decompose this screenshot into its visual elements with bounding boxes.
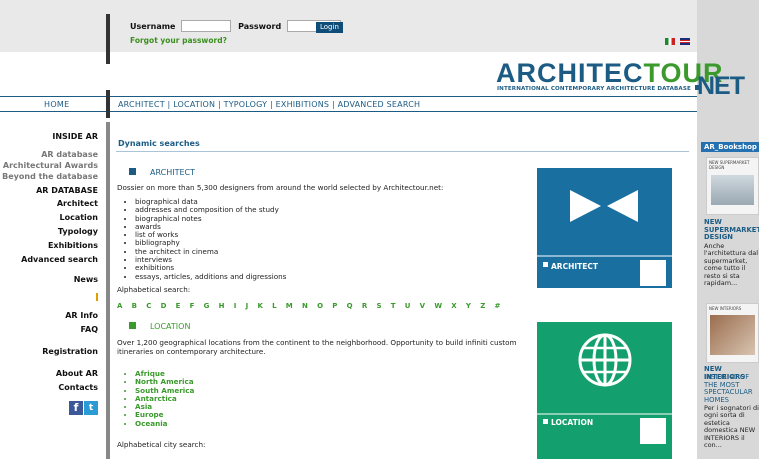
password-label: Password — [238, 21, 282, 31]
architect-alpha-label: Alphabetical search: — [117, 285, 191, 294]
login-area: Username Password — [130, 20, 342, 32]
logo-main-blue: ARCHITEC — [496, 58, 644, 88]
architect-tile[interactable]: ARCHITECT — [537, 168, 672, 288]
bookshop-item-2-subtitle: INSIDE 40 OF THE MOST SPECTACULAR HOMES — [704, 373, 753, 404]
dynamic-searches-title: Dynamic searches — [118, 139, 200, 148]
location-section-square-icon — [129, 322, 136, 329]
sidebar-divider — [106, 122, 110, 459]
location-tile-label: LOCATION — [551, 418, 594, 427]
bookshop-item-2-text: Per i sognatori di ogni sorta di estetic… — [704, 404, 759, 450]
nav-divider — [106, 90, 110, 118]
twitter-icon[interactable]: t — [84, 401, 98, 415]
architect-section-title[interactable]: ARCHITECT — [150, 168, 195, 177]
nav-home[interactable]: HOME — [44, 100, 69, 109]
sidebar-marker — [0, 293, 98, 305]
sidebar-item-architectural-awards[interactable]: Architectural Awards — [0, 161, 98, 172]
sidebar-item-faq[interactable]: FAQ — [0, 325, 98, 339]
logo-subtitle-text: INTERNATIONAL CONTEMPORARY ARCHITECTURE … — [497, 86, 691, 92]
italian-flag-icon[interactable] — [665, 38, 675, 45]
list-item[interactable]: Oceania — [135, 419, 194, 428]
sidebar-item-exhibitions[interactable]: Exhibitions — [0, 241, 98, 255]
sidebar-item-ar-info[interactable]: AR Info — [0, 311, 98, 325]
bookshop-cover-2[interactable]: NEW INTERIORS — [706, 303, 759, 363]
location-alpha-label: Alphabetical city search: — [117, 440, 206, 449]
architect-section-square-icon — [129, 168, 136, 175]
bookshop-header[interactable]: AR_Bookshop — [701, 142, 759, 152]
location-tile[interactable]: LOCATION — [537, 322, 672, 459]
sidebar-item-ar-database[interactable]: AR database — [0, 150, 98, 161]
sidebar-item-registration[interactable]: Registration — [0, 347, 98, 361]
sidebar-item-typology[interactable]: Typology — [0, 227, 98, 241]
forgot-password-link[interactable]: Forgot your password? — [130, 36, 227, 45]
bookshop-item-1-text: Anche l'architettura dal supermarket, co… — [704, 242, 759, 288]
sidebar-item-contacts[interactable]: Contacts — [0, 383, 98, 397]
social-icons: ft — [0, 401, 98, 415]
location-description: Over 1,200 geographical locations from t… — [117, 338, 517, 356]
sidebar-item-about-ar[interactable]: About AR — [0, 369, 98, 383]
globe-icon — [537, 333, 672, 444]
sidebar-item-beyond[interactable]: Beyond the database — [0, 172, 98, 183]
bookshop-cover-2-text: NEW INTERIORS — [709, 306, 742, 311]
dynamic-searches-rule — [116, 151, 689, 152]
nav-line-bottom — [0, 111, 697, 112]
bookshop-cover-1-text: NEW SUPERMARKET DESIGN — [709, 160, 750, 170]
sidebar-item-news[interactable]: News — [0, 275, 98, 289]
architect-features-list: biographical data addresses and composit… — [117, 197, 286, 281]
logo-net: NET — [697, 72, 745, 100]
bookshop-cover-1-photo — [711, 175, 754, 205]
bookshop-item-1-title[interactable]: NEW SUPERMARKET DESIGN — [704, 218, 759, 242]
architect-description: Dossier on more than 5,300 designers fro… — [117, 183, 444, 192]
sidebar: INSIDE AR AR database Architectural Awar… — [0, 132, 98, 415]
bookshop-cover-2-photo — [710, 315, 755, 355]
sidebar-heading-inside-ar: INSIDE AR — [52, 132, 98, 141]
uk-flag-icon[interactable] — [680, 38, 690, 45]
facebook-icon[interactable]: f — [69, 401, 83, 415]
continents-list: Afrique North America South America Anta… — [117, 369, 194, 428]
site-logo[interactable]: ARCHITECTOUR — [496, 58, 724, 88]
sidebar-item-advanced-search[interactable]: Advanced search — [0, 255, 98, 269]
logo-subtitle: INTERNATIONAL CONTEMPORARY ARCHITECTURE … — [497, 85, 700, 92]
bookshop-cover-1[interactable]: NEW SUPERMARKET DESIGN — [706, 157, 759, 215]
username-input[interactable] — [181, 20, 232, 32]
username-label: Username — [130, 21, 176, 31]
top-bar — [0, 0, 759, 52]
sidebar-heading-ar-database: AR DATABASE — [36, 186, 98, 195]
nav-line-top — [0, 96, 697, 97]
list-item: essays, articles, additions and digressi… — [135, 272, 286, 281]
sidebar-item-architect[interactable]: Architect — [0, 199, 98, 213]
architect-tile-label: ARCHITECT — [551, 262, 599, 271]
login-button[interactable]: Login — [316, 22, 343, 33]
nav-links[interactable]: ARCHITECT | LOCATION | TYPOLOGY | EXHIBI… — [118, 100, 420, 109]
location-section-title[interactable]: LOCATION — [150, 322, 190, 331]
top-divider — [106, 14, 110, 64]
architect-alpha-letters[interactable]: A B C D E F G H I J K L M N O P Q R S T … — [117, 302, 504, 310]
sidebar-item-location[interactable]: Location — [0, 213, 99, 227]
